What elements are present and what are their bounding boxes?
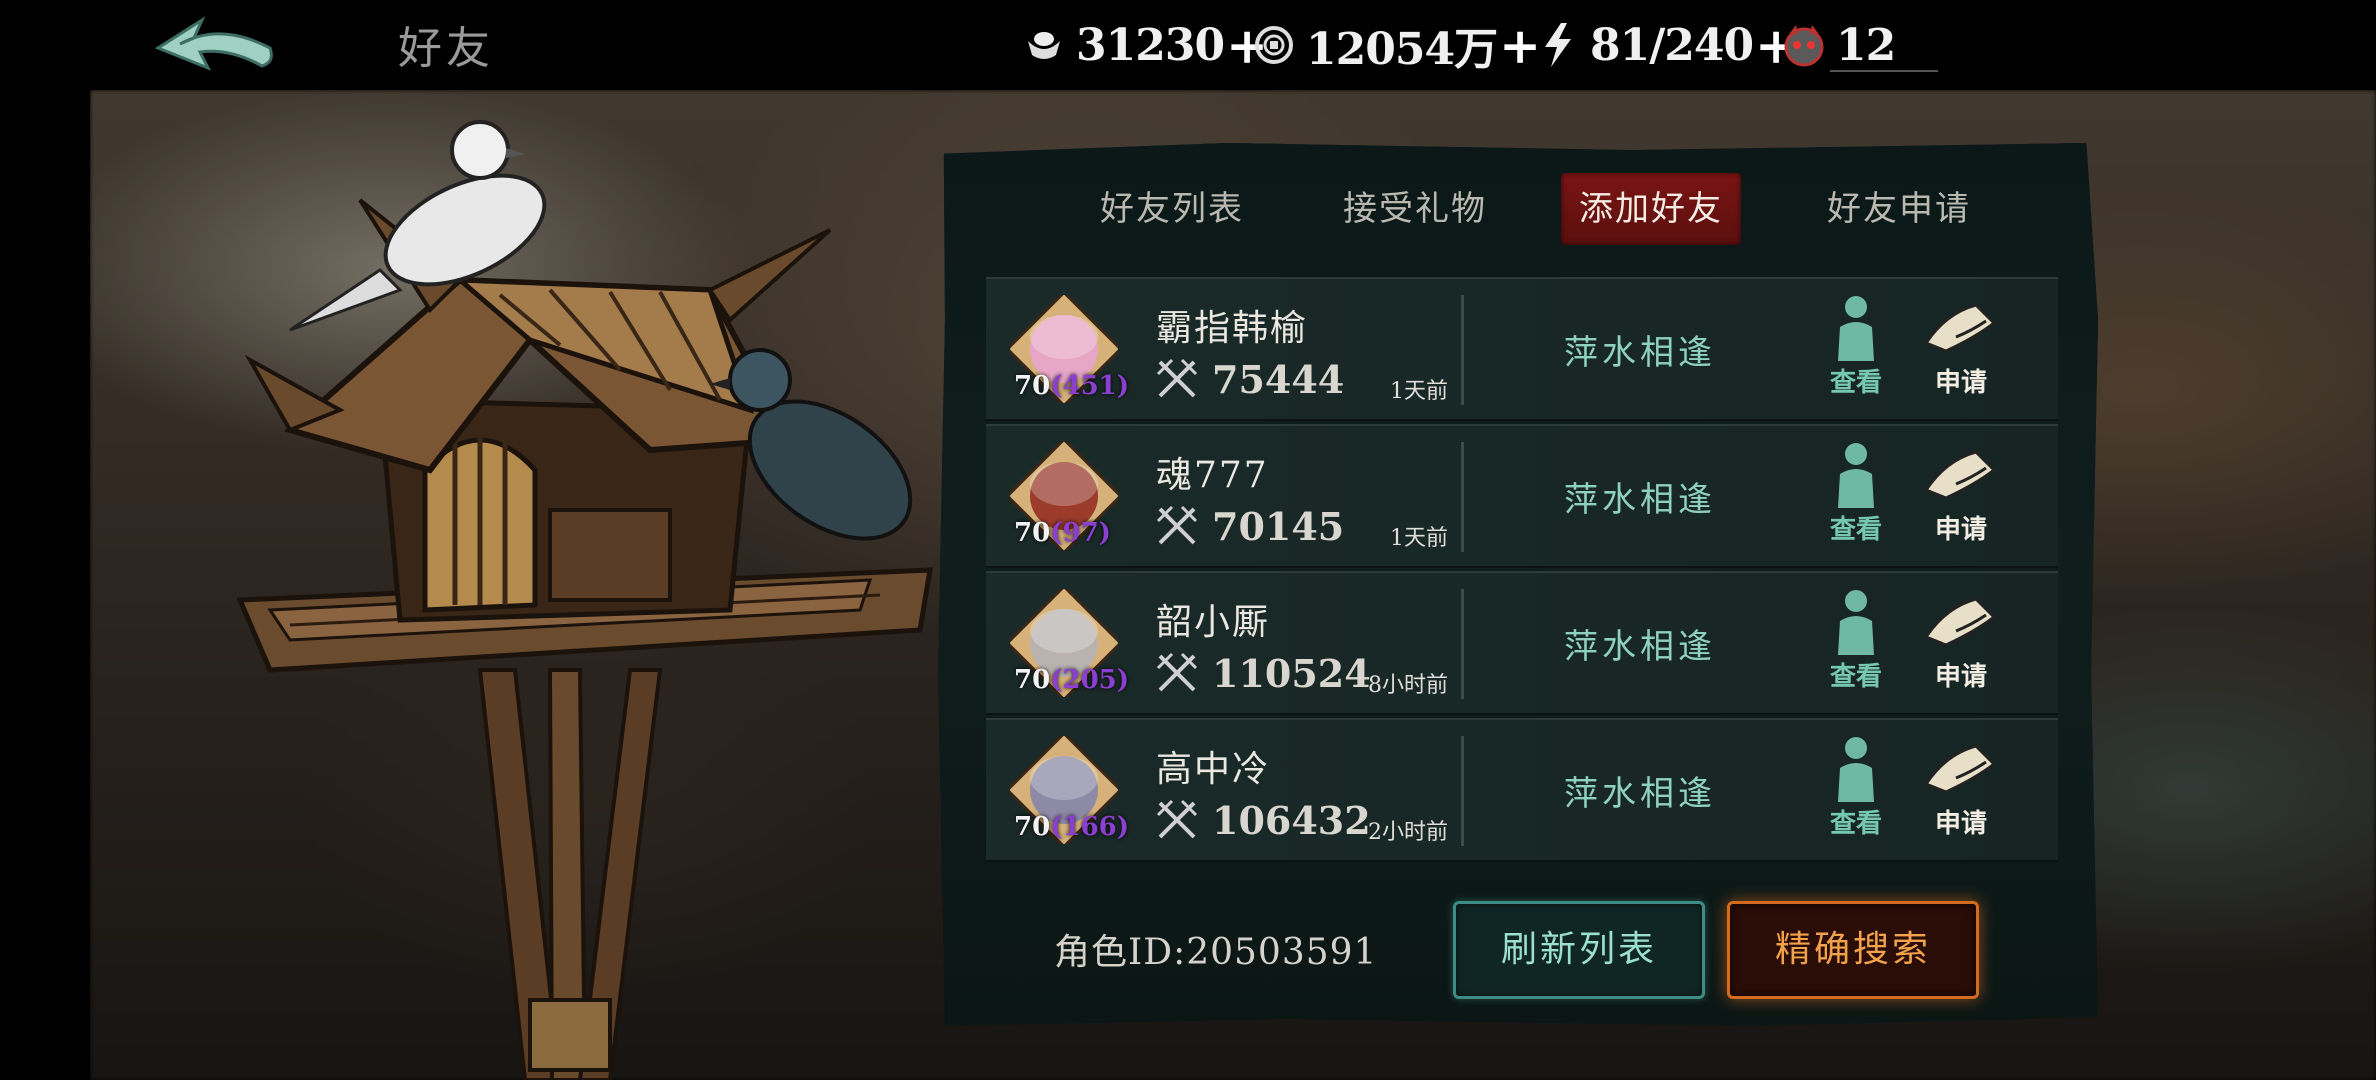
tab-friend-requests[interactable]: 好友申请 — [1809, 173, 1989, 245]
last-online: 1天前 — [1390, 379, 1448, 404]
coin-resource[interactable]: 12054万 + — [1252, 16, 1541, 75]
back-arrow-icon[interactable] — [150, 14, 280, 76]
player-name: 霸指韩榆 — [1156, 308, 1309, 349]
stamina-resource[interactable]: 81/240 + — [1536, 16, 1797, 75]
last-online: 2小时前 — [1368, 820, 1448, 845]
apply-friend-button[interactable]: 申请 — [1916, 734, 2006, 844]
view-profile-button[interactable]: 查看 — [1816, 587, 1896, 697]
view-profile-button[interactable]: 查看 — [1816, 293, 1896, 403]
demon-mask-icon — [1782, 23, 1826, 67]
combat-power: 106432 — [1154, 796, 1371, 844]
top-bar: 好友 31230 + 12054万 + 81/240 + 12 — [0, 0, 2376, 90]
combat-power: 75444 — [1154, 355, 1344, 403]
handshake-icon — [1923, 597, 1997, 647]
handshake-icon — [1923, 303, 1997, 353]
coin-icon — [1252, 23, 1296, 67]
role-id: 角色ID:20503591 — [1054, 932, 1378, 973]
person-silhouette-icon — [1838, 590, 1874, 655]
friends-screen: 好友 31230 + 12054万 + 81/240 + 12 好友列表 接受礼… — [0, 0, 2376, 1080]
player-level: 70(166) — [1014, 812, 1130, 842]
player-row: 70(166) 高中冷 106432 2小时前 萍水相逢 查看 申请 — [986, 718, 2058, 862]
crossed-swords-icon — [1156, 505, 1198, 545]
tab-receive-gifts[interactable]: 接受礼物 — [1325, 173, 1505, 245]
player-name: 高中冷 — [1156, 749, 1271, 790]
player-row: 70(97) 魂777 70145 1天前 萍水相逢 查看 申请 — [986, 424, 2058, 568]
tab-friend-list[interactable]: 好友列表 — [1082, 173, 1262, 245]
tab-bar: 好友列表 接受礼物 添加好友 好友申请 — [938, 173, 2098, 248]
person-silhouette-icon — [1838, 296, 1874, 361]
tab-add-friend[interactable]: 添加好友 — [1561, 173, 1741, 245]
handshake-icon — [1923, 450, 1997, 500]
last-online: 8小时前 — [1368, 673, 1448, 698]
mask-resource[interactable]: 12 — [1782, 20, 1896, 71]
person-silhouette-icon — [1838, 443, 1874, 508]
apply-friend-button[interactable]: 申请 — [1916, 587, 2006, 697]
exact-search-button[interactable]: 精确搜索 — [1727, 901, 1979, 999]
handshake-icon — [1923, 744, 1997, 794]
ingot-icon — [1022, 23, 1066, 67]
combat-power: 70145 — [1154, 502, 1344, 550]
player-level: 70(97) — [1014, 518, 1111, 548]
last-online: 1天前 — [1390, 526, 1448, 551]
lightning-icon — [1536, 23, 1580, 67]
apply-friend-button[interactable]: 申请 — [1916, 440, 2006, 550]
ingot-resource[interactable]: 31230 + — [1022, 16, 1268, 75]
player-row: 70(451) 霸指韩榆 75444 1天前 萍水相逢 查看 申请 — [986, 277, 2058, 421]
relationship-status: 萍水相逢 — [1564, 480, 1716, 520]
player-row: 70(205) 韶小厮 110524 8小时前 萍水相逢 查看 申请 — [986, 571, 2058, 715]
player-name: 魂777 — [1156, 455, 1269, 496]
relationship-status: 萍水相逢 — [1564, 627, 1716, 667]
player-level: 70(451) — [1014, 371, 1130, 401]
apply-friend-button[interactable]: 申请 — [1916, 293, 2006, 403]
page-title: 好友 — [398, 23, 494, 74]
crossed-swords-icon — [1156, 799, 1198, 839]
relationship-status: 萍水相逢 — [1564, 333, 1716, 373]
friends-panel: 好友列表 接受礼物 添加好友 好友申请 70(451) 霸指韩榆 75444 1… — [938, 143, 2098, 1026]
person-silhouette-icon — [1838, 737, 1874, 802]
view-profile-button[interactable]: 查看 — [1816, 734, 1896, 844]
crossed-swords-icon — [1156, 358, 1198, 398]
relationship-status: 萍水相逢 — [1564, 774, 1716, 814]
view-profile-button[interactable]: 查看 — [1816, 440, 1896, 550]
crossed-swords-icon — [1156, 652, 1198, 692]
combat-power: 110524 — [1154, 649, 1371, 697]
refresh-list-button[interactable]: 刷新列表 — [1453, 901, 1705, 999]
add-coin-button[interactable]: + — [1499, 16, 1541, 75]
player-name: 韶小厮 — [1156, 602, 1271, 643]
player-level: 70(205) — [1014, 665, 1130, 695]
birdhouse-illustration — [236, 120, 933, 1080]
